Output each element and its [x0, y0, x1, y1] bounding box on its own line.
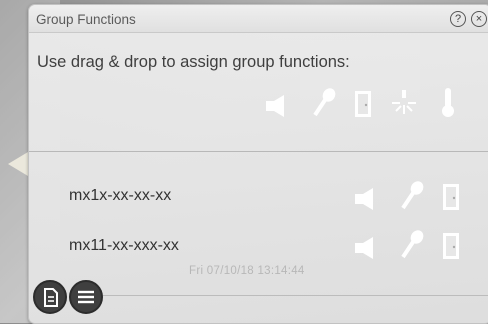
speaker-icon[interactable] [353, 235, 383, 259]
speaker-icon[interactable] [264, 93, 294, 117]
microphone-icon[interactable] [311, 87, 337, 119]
instruction-text: Use drag & drop to assign group function… [37, 53, 350, 71]
group-functions-panel: Group Functions ? × Use drag & drop to a… [28, 4, 488, 324]
microphone-icon[interactable] [399, 180, 425, 212]
menu-icon [78, 290, 94, 304]
device-label: mx11-xx-xxx-xx [69, 237, 179, 254]
door-icon[interactable] [441, 231, 461, 261]
document-button[interactable] [33, 280, 67, 314]
document-icon [44, 288, 58, 307]
door-icon[interactable] [441, 182, 461, 212]
thermometer-icon[interactable] [439, 85, 457, 119]
help-icon[interactable]: ? [450, 11, 466, 27]
divider [29, 151, 488, 152]
device-label: mx1x-xx-xx-xx [69, 187, 172, 204]
door-icon[interactable] [353, 89, 373, 119]
microphone-icon[interactable] [399, 229, 425, 261]
title-bar: Group Functions ? × [29, 5, 488, 33]
light-icon[interactable] [389, 87, 419, 117]
menu-button[interactable] [69, 280, 103, 314]
panel-title: Group Functions [36, 12, 136, 27]
popover-pointer [8, 152, 28, 176]
status-timestamp: Fri 07/10/18 13:14:44 [189, 265, 305, 277]
close-icon[interactable]: × [471, 11, 487, 27]
bottom-divider [89, 295, 488, 296]
speaker-icon[interactable] [353, 186, 383, 210]
